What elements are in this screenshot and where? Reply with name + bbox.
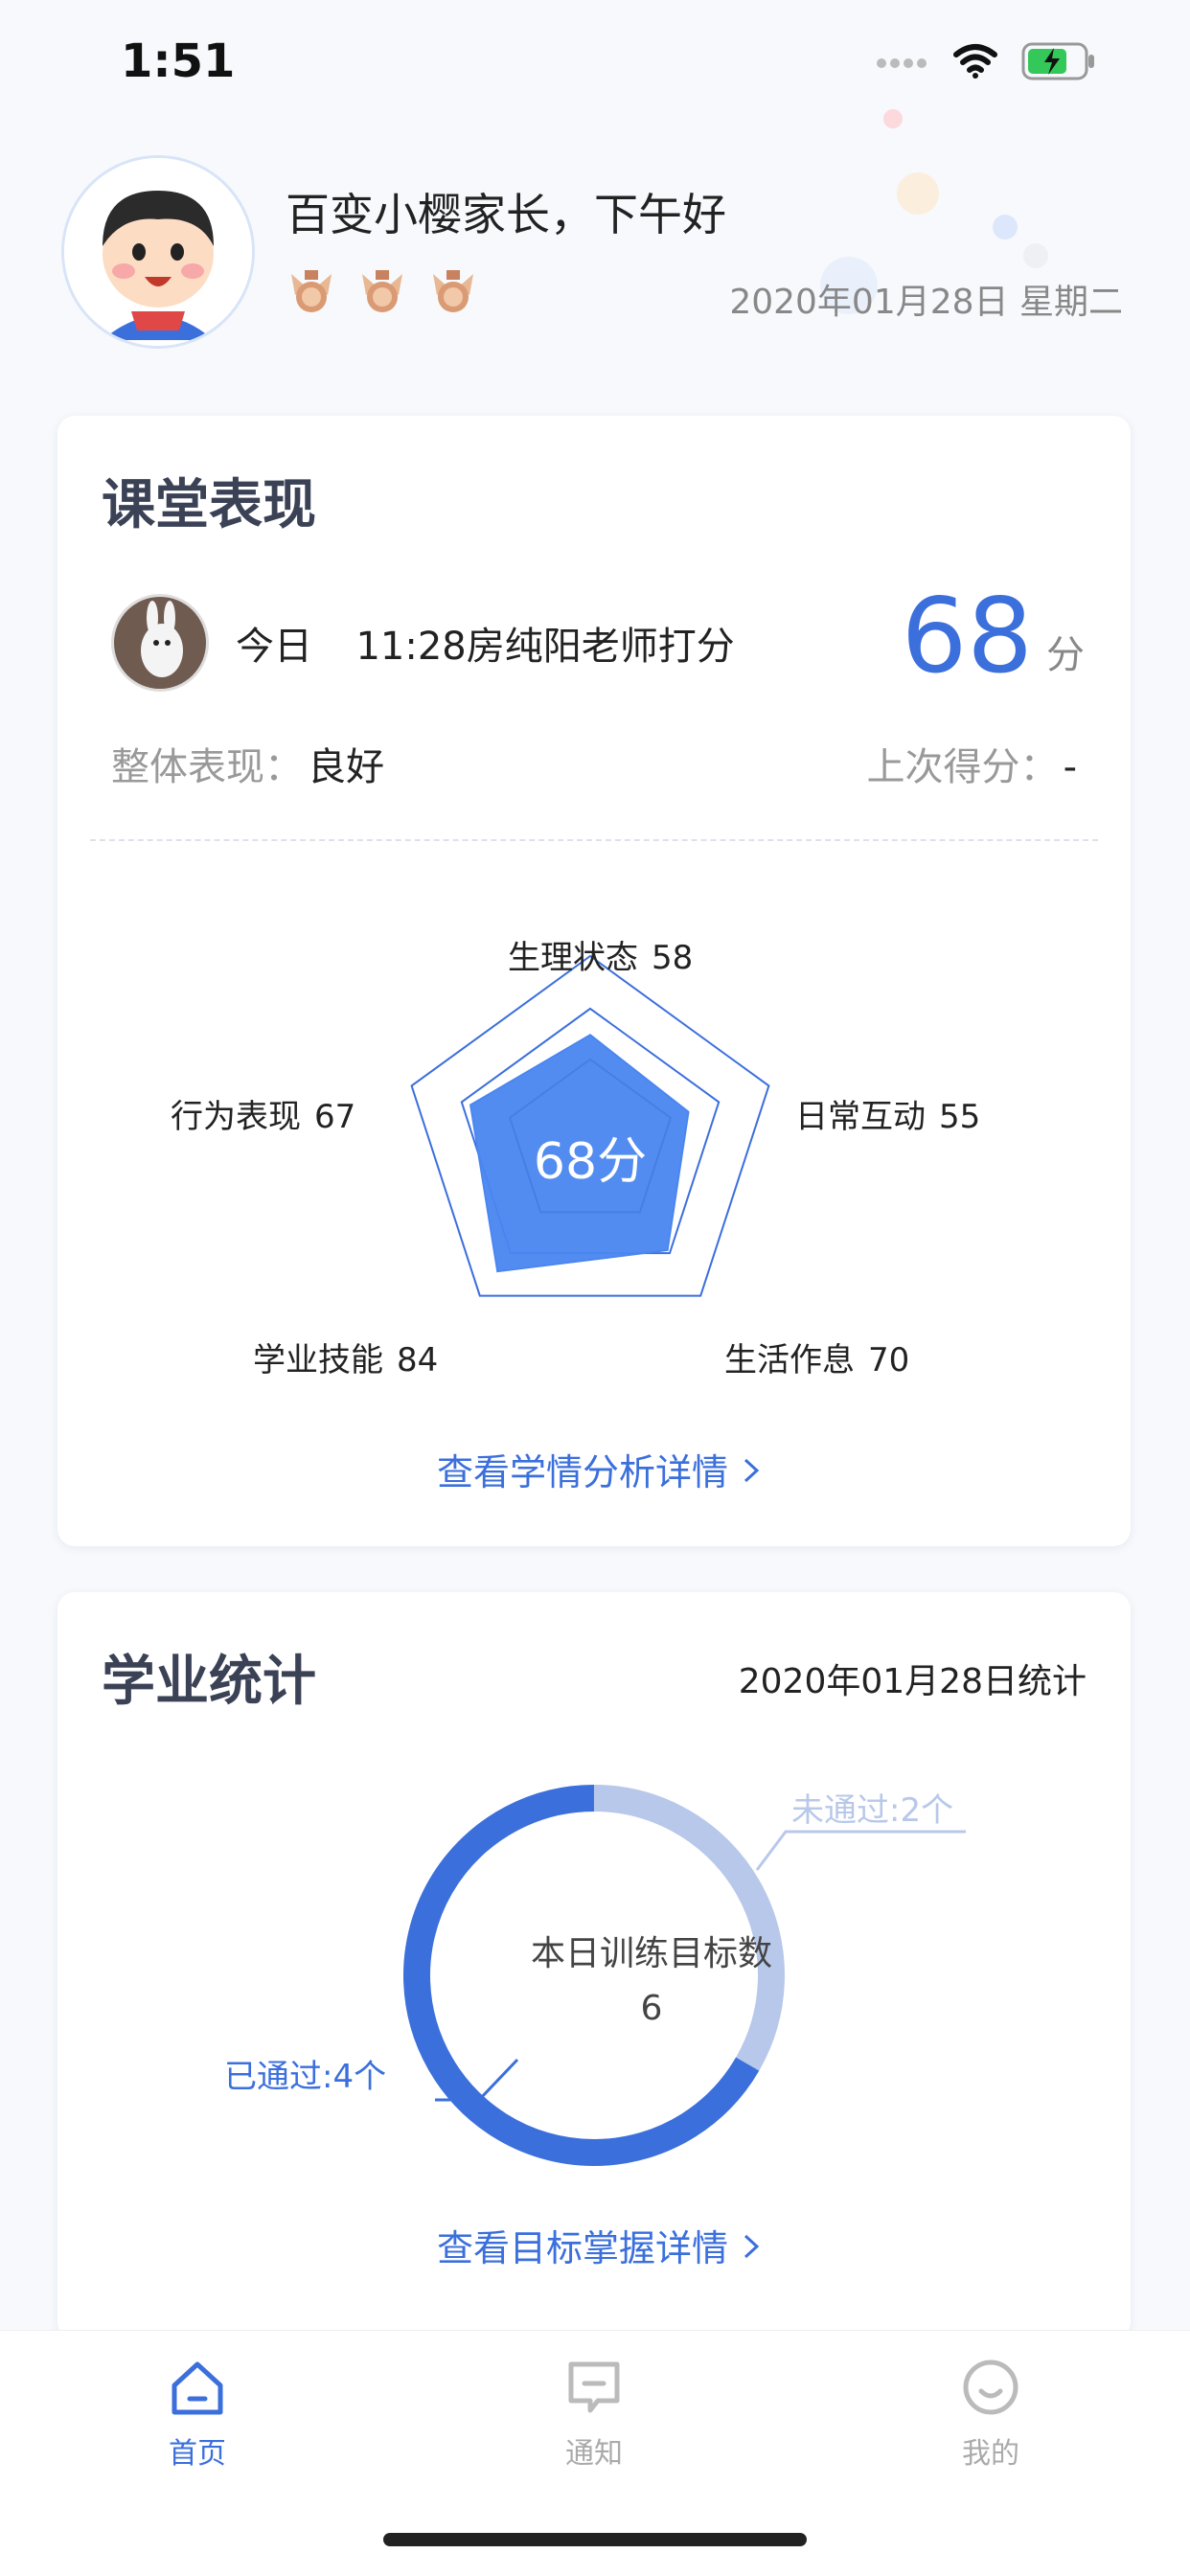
profile-icon: [960, 2359, 1021, 2422]
tab-notifications[interactable]: 通知: [517, 2357, 671, 2472]
analysis-detail-link[interactable]: 查看学情分析详情: [437, 1443, 763, 1495]
home-icon: [167, 2361, 228, 2422]
radar-label-score: 70: [868, 1341, 910, 1379]
chevron-right-icon: [740, 2227, 763, 2269]
donut-center-value: 6: [640, 1989, 663, 2028]
tab-profile-label: 我的: [962, 2437, 1019, 2471]
donut-center-label: 本日训练目标数: [530, 1934, 772, 1973]
radar-label-name: 生活作息: [724, 1341, 855, 1379]
radar-label-name: 生理状态: [508, 939, 638, 977]
radar-label-score: 67: [314, 1098, 356, 1136]
failed-leader-line: [755, 1830, 966, 1871]
failed-label: 未通过:2个: [791, 1791, 954, 1830]
analysis-detail-text: 查看学情分析详情: [437, 1451, 729, 1493]
chevron-right-icon: [740, 1451, 763, 1493]
radar-label-routine: 生活作息 70: [724, 1334, 909, 1380]
radar-label-academic: 学业技能 84: [253, 1334, 438, 1380]
radar-label-physiology: 生理状态 58: [508, 931, 693, 978]
notification-icon: [563, 2361, 625, 2422]
decoration-dot: [883, 109, 903, 128]
tab-notifications-label: 通知: [565, 2437, 623, 2471]
decoration-dot: [897, 172, 939, 215]
decoration-dot: [993, 215, 1018, 239]
wifi-icon: [952, 43, 998, 83]
medals: [286, 266, 479, 322]
medal-icon: [356, 266, 408, 322]
donut-center: 本日训练目标数 6: [460, 1926, 843, 2028]
class-performance-card: 课堂表现 今日 11:28房纯阳老师打分 68 分 整体表现： 良好 上次得分：…: [57, 416, 1131, 1546]
decoration-dot: [1023, 243, 1048, 268]
radar-label-behavior: 行为表现 67: [171, 1090, 355, 1137]
status-icons: [876, 42, 1098, 84]
header-date: 2020年01月28日 星期二: [729, 283, 1123, 322]
radar-chart: 68分: [410, 954, 770, 1297]
radar-label-interaction: 日常互动 55: [795, 1090, 980, 1137]
home-indicator: [383, 2533, 807, 2546]
greeting-text: 百变小樱家长，下午好: [286, 189, 726, 240]
status-time: 1:51: [121, 34, 236, 88]
radar-label-name: 行为表现: [171, 1098, 301, 1136]
tab-home[interactable]: 首页: [121, 2357, 274, 2472]
passed-label: 已通过:4个: [224, 2058, 387, 2096]
radar-label-name: 学业技能: [253, 1341, 383, 1379]
academic-stats-card: 学业统计 2020年01月28日统计 本日训练目标数 6 已通过:4个 未通过:…: [57, 1592, 1131, 2339]
radar-label-score: 84: [397, 1341, 439, 1379]
radar-label-score: 58: [652, 939, 694, 977]
goal-detail-text: 查看目标掌握详情: [437, 2227, 729, 2269]
tab-profile[interactable]: 我的: [914, 2357, 1067, 2472]
signal-icon: [876, 52, 929, 75]
tab-home-label: 首页: [169, 2437, 226, 2471]
goal-detail-link[interactable]: 查看目标掌握详情: [437, 2219, 763, 2271]
radar-label-score: 55: [939, 1098, 981, 1136]
radar-center-score: 68分: [534, 1133, 647, 1191]
child-avatar[interactable]: [61, 155, 255, 349]
medal-icon: [286, 266, 337, 322]
medal-icon: [427, 266, 479, 322]
battery-icon: [1021, 42, 1098, 84]
radar-label-name: 日常互动: [795, 1098, 926, 1136]
